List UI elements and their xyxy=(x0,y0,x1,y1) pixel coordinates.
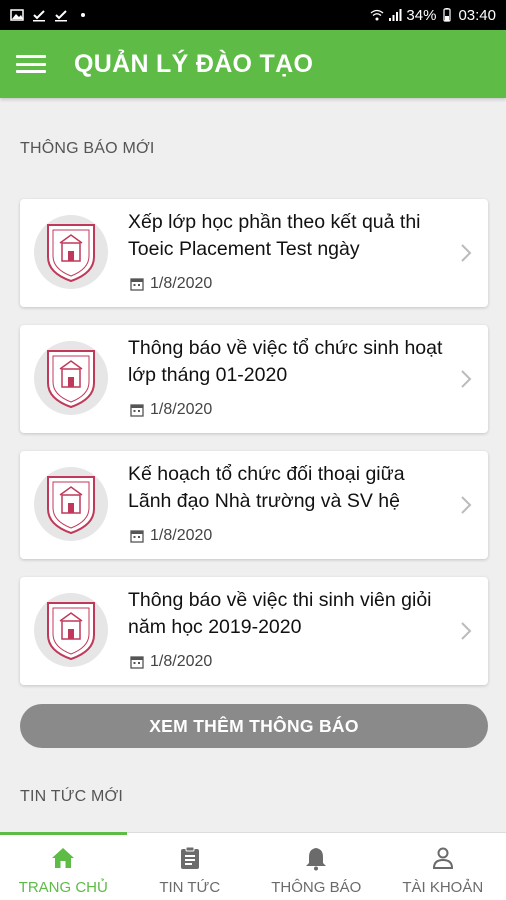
school-logo xyxy=(34,593,108,667)
notice-date-text: 1/8/2020 xyxy=(150,527,213,544)
nav-label: TIN TỨC xyxy=(159,879,221,896)
check-icon xyxy=(33,10,45,22)
nav-item-account[interactable]: TÀI KHOẢN xyxy=(380,833,506,900)
battery-percent: 34% xyxy=(406,6,437,24)
notice-date: 1/8/2020 xyxy=(130,527,212,545)
bell-icon xyxy=(306,848,327,871)
notice-card[interactable]: Thông báo về việc tổ chức sinh hoạt lớp … xyxy=(20,325,488,433)
notice-card[interactable]: Thông báo về việc thi sinh viên giỏi năm… xyxy=(20,577,488,685)
chevron-right-icon xyxy=(461,244,472,262)
calendar-icon xyxy=(130,530,144,543)
nav-label: TRANG CHỦ xyxy=(18,879,108,896)
battery-icon xyxy=(443,8,452,22)
notice-title: Xếp lớp học phần theo kết quả thi Toeic … xyxy=(128,211,421,260)
calendar-icon xyxy=(130,278,144,291)
status-bar: 34% 03:40 xyxy=(0,0,506,30)
notice-date-text: 1/8/2020 xyxy=(150,401,213,418)
section-title-notices: THÔNG BÁO MỚI xyxy=(20,140,155,157)
signal-icon xyxy=(389,9,402,21)
person-icon xyxy=(432,847,453,869)
notice-date: 1/8/2020 xyxy=(130,275,212,293)
notice-date: 1/8/2020 xyxy=(130,401,212,419)
chevron-right-icon xyxy=(461,496,472,514)
more-notices-button[interactable]: XEM THÊM THÔNG BÁO xyxy=(20,704,488,748)
notice-card[interactable]: Kế hoạch tổ chức đối thoại giữa Lãnh đạo… xyxy=(20,451,488,559)
section-title-news: TIN TỨC MỚI xyxy=(20,788,124,805)
nav-label: THÔNG BÁO xyxy=(271,879,362,896)
page-title: QUẢN LÝ ĐÀO TẠO xyxy=(74,49,314,78)
school-logo xyxy=(34,215,108,289)
chevron-right-icon xyxy=(461,370,472,388)
nav-item-home[interactable]: TRANG CHỦ xyxy=(0,832,127,900)
wifi-icon xyxy=(371,9,384,21)
status-system: 34% 03:40 xyxy=(370,7,496,24)
nav-item-news[interactable]: TIN TỨC xyxy=(127,833,254,900)
main-content[interactable]: THÔNG BÁO MỚI Xếp lớp học phần theo kết … xyxy=(0,98,506,832)
nav-label: TÀI KHOẢN xyxy=(402,879,484,896)
clock: 03:40 xyxy=(458,6,496,24)
notice-card[interactable]: Xếp lớp học phần theo kết quả thi Toeic … xyxy=(20,199,488,307)
notice-date-text: 1/8/2020 xyxy=(150,275,213,292)
notice-date-text: 1/8/2020 xyxy=(150,653,213,670)
dot-icon xyxy=(81,13,85,17)
hamburger-menu-icon[interactable] xyxy=(16,53,46,75)
notice-date: 1/8/2020 xyxy=(130,653,212,671)
app-bar: QUẢN LÝ ĐÀO TẠO xyxy=(0,30,506,98)
home-icon xyxy=(52,848,75,868)
notice-title: Thông báo về việc thi sinh viên giỏi năm… xyxy=(128,589,432,638)
school-logo xyxy=(34,467,108,541)
notice-title: Thông báo về việc tổ chức sinh hoạt lớp … xyxy=(128,337,443,386)
nav-item-notifications[interactable]: THÔNG BÁO xyxy=(253,833,380,900)
notice-title: Kế hoạch tổ chức đối thoại giữa Lãnh đạo… xyxy=(128,463,405,512)
calendar-icon xyxy=(130,656,144,669)
clipboard-icon xyxy=(180,846,199,869)
bottom-nav: TRANG CHỦ TIN TỨC THÔNG BÁO TÀI KHOẢN xyxy=(0,832,506,900)
check-icon xyxy=(55,10,67,22)
chevron-right-icon xyxy=(461,622,472,640)
school-logo xyxy=(34,341,108,415)
status-notifications xyxy=(10,8,90,22)
calendar-icon xyxy=(130,404,144,417)
gallery-icon xyxy=(10,9,24,21)
